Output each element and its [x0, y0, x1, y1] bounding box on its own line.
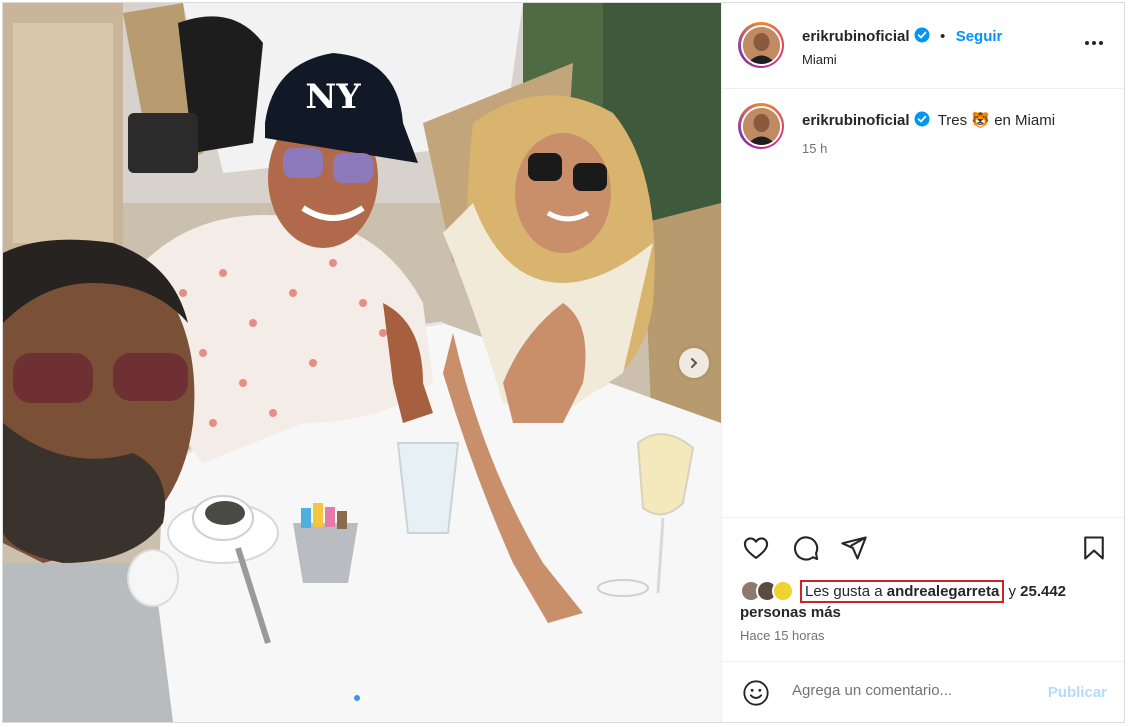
bookmark-icon: [1084, 536, 1104, 560]
paper-plane-icon: [841, 536, 867, 560]
post-age[interactable]: Hace 15 horas: [740, 628, 825, 643]
comment-button[interactable]: [792, 534, 820, 567]
liker-avatar: [772, 580, 794, 602]
share-button[interactable]: [840, 534, 868, 567]
emoji-button[interactable]: [742, 679, 770, 712]
heart-icon: [743, 537, 769, 559]
more-horizontal-icon: [1085, 41, 1103, 45]
comment-bar: Publicar: [722, 661, 1124, 722]
likes-count[interactable]: 25.442: [1020, 583, 1066, 600]
avatar-image: [742, 107, 780, 145]
more-options-button[interactable]: [1082, 31, 1106, 60]
likes-suffix[interactable]: personas más: [740, 604, 841, 621]
person-icon: [742, 26, 780, 64]
caption-text-end: en Miami: [994, 112, 1056, 129]
next-photo-button[interactable]: [679, 348, 709, 378]
post-header: erikrubinoficial • Seguir Miami: [722, 3, 1124, 89]
caption-emoji: 🐯: [971, 112, 991, 129]
person-icon: [742, 107, 780, 145]
likes-prefix: Les gusta a: [805, 583, 883, 600]
carousel-dot: [364, 695, 370, 701]
caption-timestamp[interactable]: 15 h: [802, 141, 827, 156]
caption-author-avatar[interactable]: [738, 103, 784, 149]
comment-bubble-icon: [793, 536, 819, 561]
verified-badge-icon: [914, 111, 930, 127]
likes-connector: y: [1008, 583, 1016, 600]
author-avatar[interactable]: [738, 22, 784, 68]
instagram-post-dialog: NY erikrubinoficial • Seguir Miami erikr…: [2, 2, 1125, 723]
smiley-icon: [743, 680, 769, 706]
save-button[interactable]: [1080, 534, 1108, 567]
follow-button[interactable]: Seguir: [956, 28, 1003, 45]
chevron-right-icon: [691, 358, 698, 368]
liker-avatars[interactable]: [740, 580, 800, 602]
photo-illustration: NY: [3, 3, 721, 722]
verified-badge-icon: [914, 27, 930, 43]
separator-dot: •: [939, 28, 946, 45]
post-location[interactable]: Miami: [802, 52, 837, 67]
post-side-panel: erikrubinoficial • Seguir Miami erikrubi…: [721, 3, 1124, 722]
comment-input[interactable]: [792, 682, 1032, 699]
like-button[interactable]: [742, 534, 770, 567]
caption-username[interactable]: erikrubinoficial: [802, 112, 910, 129]
svg-text:NY: NY: [305, 77, 361, 117]
caption-text-start: Tres: [937, 112, 968, 129]
post-actions: Les gusta a andrealegarreta y 25.442 per…: [722, 517, 1124, 661]
liked-by-highlight: Les gusta a andrealegarreta: [800, 580, 1005, 603]
carousel-indicator: [3, 695, 721, 701]
liked-by-user-link[interactable]: andrealegarreta: [887, 583, 1000, 600]
avatar-image: [742, 26, 780, 64]
author-username[interactable]: erikrubinoficial: [802, 28, 910, 45]
publish-button[interactable]: Publicar: [1048, 684, 1107, 701]
post-photo[interactable]: NY: [3, 3, 721, 722]
likes-summary: Les gusta a andrealegarreta y 25.442 per…: [740, 580, 1110, 623]
carousel-dot-active: [354, 695, 360, 701]
